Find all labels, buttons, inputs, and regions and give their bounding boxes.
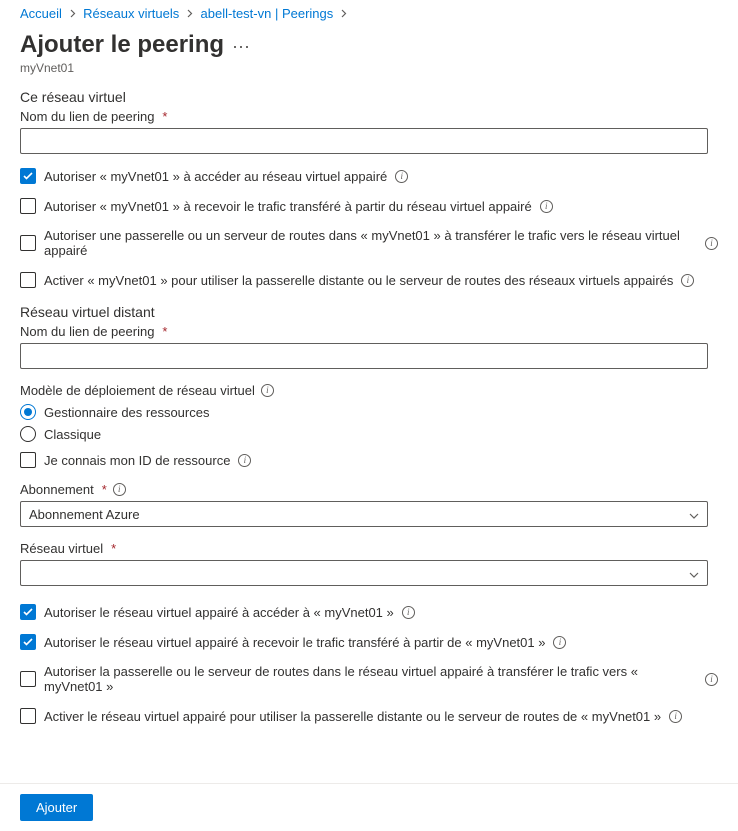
subscription-select[interactable]: Abonnement Azure	[20, 501, 708, 527]
this-allow-access-label: Autoriser « myVnet01 » à accéder au rése…	[44, 169, 387, 184]
subscription-label: Abonnement* i	[20, 482, 718, 497]
info-icon[interactable]: i	[238, 454, 251, 467]
this-gateway-transfer-label: Autoriser une passerelle ou un serveur d…	[44, 228, 697, 258]
info-icon[interactable]: i	[705, 673, 718, 686]
deployment-rm-radio[interactable]	[20, 404, 36, 420]
remote-use-remote-gateway-checkbox[interactable]	[20, 708, 36, 724]
page-title: Ajouter le peering	[20, 31, 224, 59]
breadcrumb: Accueil Réseaux virtuels abell-test-vn |…	[20, 4, 718, 25]
subscription-value: Abonnement Azure	[29, 507, 689, 522]
remote-vnet-label: Réseau virtuel*	[20, 541, 718, 556]
page-subtitle: myVnet01	[20, 61, 718, 75]
chevron-right-icon	[183, 9, 197, 21]
remote-peering-name-input[interactable]	[20, 343, 708, 369]
remote-use-remote-gateway-label: Activer le réseau virtuel appairé pour u…	[44, 709, 661, 724]
chevron-right-icon	[337, 9, 351, 21]
info-icon[interactable]: i	[395, 170, 408, 183]
this-use-remote-gateway-checkbox[interactable]	[20, 272, 36, 288]
this-receive-forwarded-label: Autoriser « myVnet01 » à recevoir le tra…	[44, 199, 532, 214]
remote-receive-forwarded-label: Autoriser le réseau virtuel appairé à re…	[44, 635, 545, 650]
add-button[interactable]: Ajouter	[20, 794, 93, 821]
breadcrumb-home[interactable]: Accueil	[20, 6, 62, 21]
more-actions-button[interactable]: ⋯	[232, 28, 251, 56]
chevron-right-icon	[66, 9, 80, 21]
this-gateway-transfer-checkbox[interactable]	[20, 235, 36, 251]
this-use-remote-gateway-label: Activer « myVnet01 » pour utiliser la pa…	[44, 273, 673, 288]
remote-allow-access-label: Autoriser le réseau virtuel appairé à ac…	[44, 605, 394, 620]
footer-bar: Ajouter	[0, 783, 738, 831]
breadcrumb-vnets[interactable]: Réseaux virtuels	[83, 6, 179, 21]
info-icon[interactable]: i	[113, 483, 126, 496]
this-peering-name-input[interactable]	[20, 128, 708, 154]
info-icon[interactable]: i	[669, 710, 682, 723]
know-resource-id-label: Je connais mon ID de ressource	[44, 453, 230, 468]
info-icon[interactable]: i	[705, 237, 718, 250]
remote-vnet-select[interactable]	[20, 560, 708, 586]
deployment-rm-label: Gestionnaire des ressources	[44, 405, 209, 420]
remote-receive-forwarded-checkbox[interactable]	[20, 634, 36, 650]
breadcrumb-resource[interactable]: abell-test-vn | Peerings	[201, 6, 334, 21]
deployment-classic-label: Classique	[44, 427, 101, 442]
deployment-classic-radio[interactable]	[20, 426, 36, 442]
this-peering-name-label: Nom du lien de peering*	[20, 109, 718, 124]
remote-gateway-transfer-label: Autoriser la passerelle ou le serveur de…	[44, 664, 697, 694]
this-allow-access-checkbox[interactable]	[20, 168, 36, 184]
info-icon[interactable]: i	[261, 384, 274, 397]
info-icon[interactable]: i	[402, 606, 415, 619]
remote-allow-access-checkbox[interactable]	[20, 604, 36, 620]
this-receive-forwarded-checkbox[interactable]	[20, 198, 36, 214]
chevron-down-icon	[689, 507, 699, 522]
deployment-model-label: Modèle de déploiement de réseau virtuel …	[20, 383, 718, 398]
info-icon[interactable]: i	[681, 274, 694, 287]
remote-gateway-transfer-checkbox[interactable]	[20, 671, 36, 687]
info-icon[interactable]: i	[553, 636, 566, 649]
remote-peering-name-label: Nom du lien de peering*	[20, 324, 718, 339]
know-resource-id-checkbox[interactable]	[20, 452, 36, 468]
chevron-down-icon	[689, 566, 699, 581]
info-icon[interactable]: i	[540, 200, 553, 213]
this-vnet-section-header: Ce réseau virtuel	[20, 89, 718, 105]
remote-vnet-section-header: Réseau virtuel distant	[20, 304, 718, 320]
